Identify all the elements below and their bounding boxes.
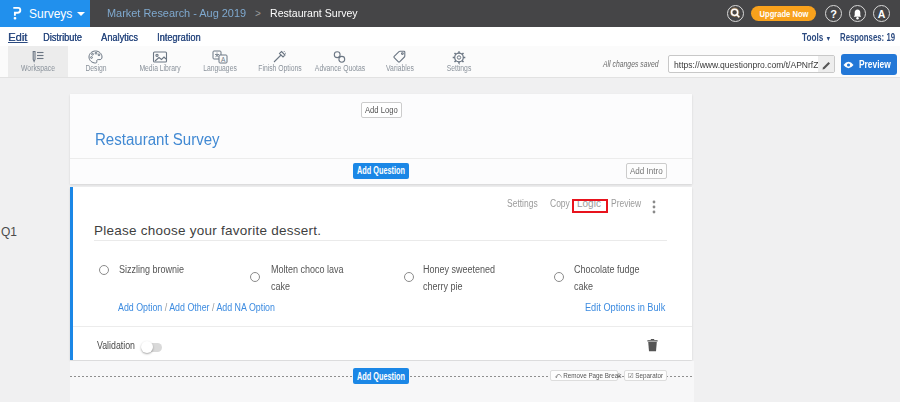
svg-text:A: A: [221, 56, 226, 63]
